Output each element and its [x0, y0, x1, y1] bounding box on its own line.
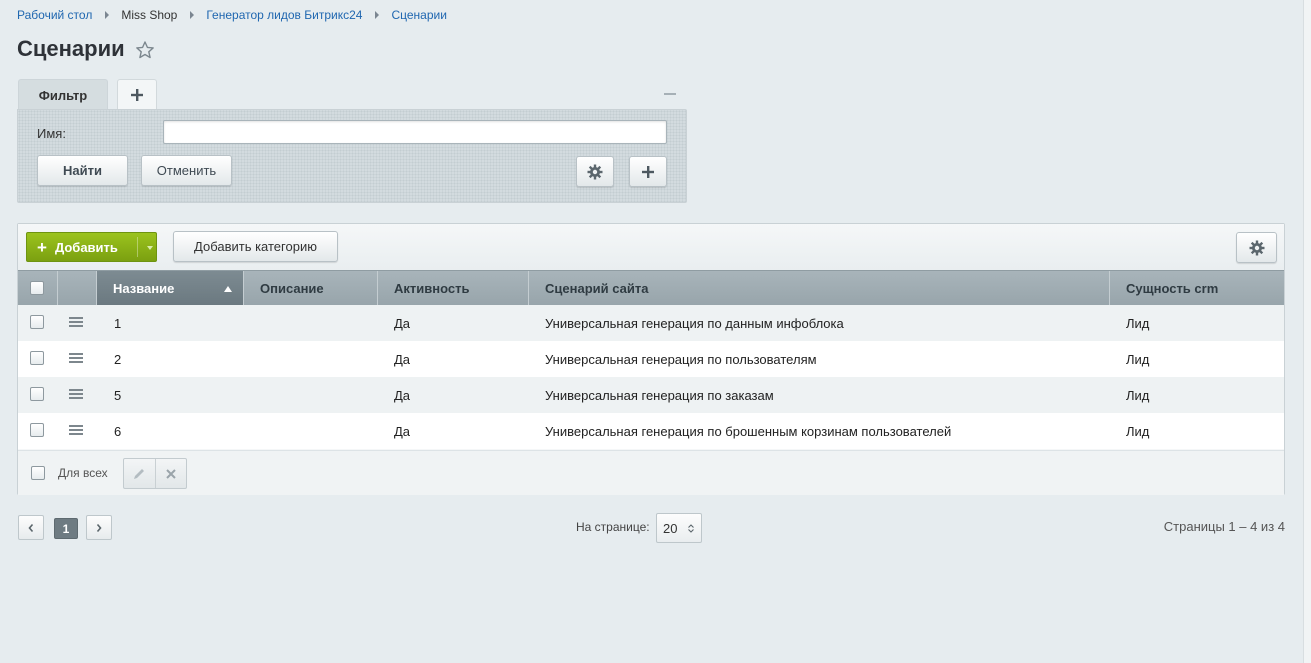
grid-toolbar: + Добавить Добавить категорию [18, 224, 1284, 270]
minimize-filter-button[interactable] [664, 93, 676, 95]
gear-icon [1249, 240, 1264, 255]
cancel-button[interactable]: Отменить [141, 155, 232, 186]
find-button[interactable]: Найти [37, 155, 128, 186]
column-header-name-label: Название [113, 280, 175, 296]
per-page-label: На странице: [576, 520, 650, 534]
menu-icon[interactable] [69, 425, 83, 436]
cell-entity: Лид [1126, 351, 1150, 367]
column-header-active[interactable]: Активность [378, 271, 529, 305]
cell-scenario: Универсальная генерация по брошенным кор… [545, 423, 952, 439]
add-category-button[interactable]: Добавить категорию [173, 231, 338, 262]
cell-scenario: Универсальная генерация по данным инфобл… [545, 315, 844, 331]
row-checkbox[interactable] [30, 315, 44, 329]
cell-name[interactable]: 2 [114, 341, 121, 377]
select-all-checkbox[interactable] [30, 281, 44, 295]
column-header-name[interactable]: Название [97, 271, 244, 305]
delete-button[interactable] [154, 459, 186, 488]
breadcrumb-lead-generator[interactable]: Генератор лидов Битрикс24 [206, 8, 362, 22]
breadcrumb-desktop[interactable]: Рабочий стол [17, 8, 92, 22]
cell-scenario: Универсальная генерация по пользователям [545, 351, 817, 367]
chevron-right-icon [96, 523, 102, 532]
add-filter-tab-button[interactable] [117, 79, 157, 110]
select-arrows-icon [688, 524, 694, 533]
table-row[interactable]: 1 Да Универсальная генерация по данным и… [18, 305, 1284, 341]
table-row[interactable]: 2 Да Универсальная генерация по пользова… [18, 341, 1284, 377]
page-title: Сценарии [17, 36, 125, 61]
chevron-right-icon [375, 11, 380, 19]
plus-icon [642, 165, 654, 178]
cell-active: Да [394, 387, 411, 403]
breadcrumb-miss-shop[interactable]: Miss Shop [121, 8, 177, 22]
split-divider [137, 237, 138, 257]
grid-footer: Для всех [18, 450, 1284, 495]
breadcrumb: Рабочий стол Miss Shop Генератор лидов Б… [17, 8, 447, 22]
table-header: Название Описание Активность Сценарий са… [18, 270, 1284, 305]
sort-asc-icon [224, 286, 232, 292]
cell-name[interactable]: 5 [114, 377, 121, 413]
filter-settings-button[interactable] [576, 156, 614, 187]
tab-filter[interactable]: Фильтр [18, 79, 108, 110]
grid-panel: + Добавить Добавить категорию Название О… [17, 223, 1285, 495]
row-checkbox[interactable] [30, 423, 44, 437]
menu-icon[interactable] [69, 389, 83, 400]
next-page-button[interactable] [86, 515, 112, 540]
breadcrumb-scenarios[interactable]: Сценарии [391, 8, 446, 22]
cell-active: Да [394, 315, 411, 331]
add-button[interactable]: + Добавить [26, 232, 157, 262]
cell-entity: Лид [1126, 423, 1150, 439]
scrollbar[interactable] [1303, 0, 1311, 663]
header-actions-cell [58, 271, 97, 305]
header-checkbox-cell [18, 271, 58, 305]
plus-icon: + [37, 237, 47, 257]
chevron-right-icon [190, 11, 195, 19]
column-header-scenario[interactable]: Сценарий сайта [529, 271, 1110, 305]
chevron-right-icon [105, 11, 110, 19]
filter-name-input[interactable] [163, 120, 667, 144]
prev-page-button[interactable] [18, 515, 44, 540]
table-row[interactable]: 6 Да Универсальная генерация по брошенны… [18, 413, 1284, 449]
pages-info: Страницы 1 – 4 из 4 [1163, 519, 1285, 534]
cell-entity: Лид [1126, 315, 1150, 331]
menu-icon[interactable] [69, 353, 83, 364]
filter-panel: Имя: Найти Отменить [17, 109, 687, 203]
menu-icon[interactable] [69, 317, 83, 328]
cell-scenario: Универсальная генерация по заказам [545, 387, 774, 403]
group-actions [123, 458, 187, 489]
filter-name-label: Имя: [37, 126, 66, 141]
add-button-label: Добавить [54, 239, 118, 255]
cell-name[interactable]: 1 [114, 305, 121, 341]
current-page[interactable]: 1 [54, 518, 78, 539]
cell-active: Да [394, 351, 411, 367]
per-page-value: 20 [663, 520, 678, 536]
column-header-entity[interactable]: Сущность crm [1110, 271, 1284, 305]
row-checkbox[interactable] [30, 387, 44, 401]
close-icon [166, 468, 176, 479]
pencil-icon [134, 468, 145, 479]
cell-active: Да [394, 423, 411, 439]
chevron-left-icon [28, 523, 34, 532]
table-row[interactable]: 5 Да Универсальная генерация по заказам … [18, 377, 1284, 413]
for-all-label: Для всех [58, 466, 108, 480]
for-all-checkbox[interactable] [31, 466, 45, 480]
cell-entity: Лид [1126, 387, 1150, 403]
column-header-description[interactable]: Описание [244, 271, 378, 305]
chevron-down-icon[interactable] [147, 246, 153, 250]
cell-name[interactable]: 6 [114, 413, 121, 449]
add-filter-field-button[interactable] [629, 156, 667, 187]
per-page-select[interactable]: 20 [656, 513, 702, 543]
star-icon[interactable] [135, 40, 155, 60]
row-checkbox[interactable] [30, 351, 44, 365]
edit-button[interactable] [124, 459, 155, 488]
gear-icon [587, 164, 603, 179]
plus-icon [131, 89, 143, 101]
grid-settings-button[interactable] [1236, 232, 1277, 263]
